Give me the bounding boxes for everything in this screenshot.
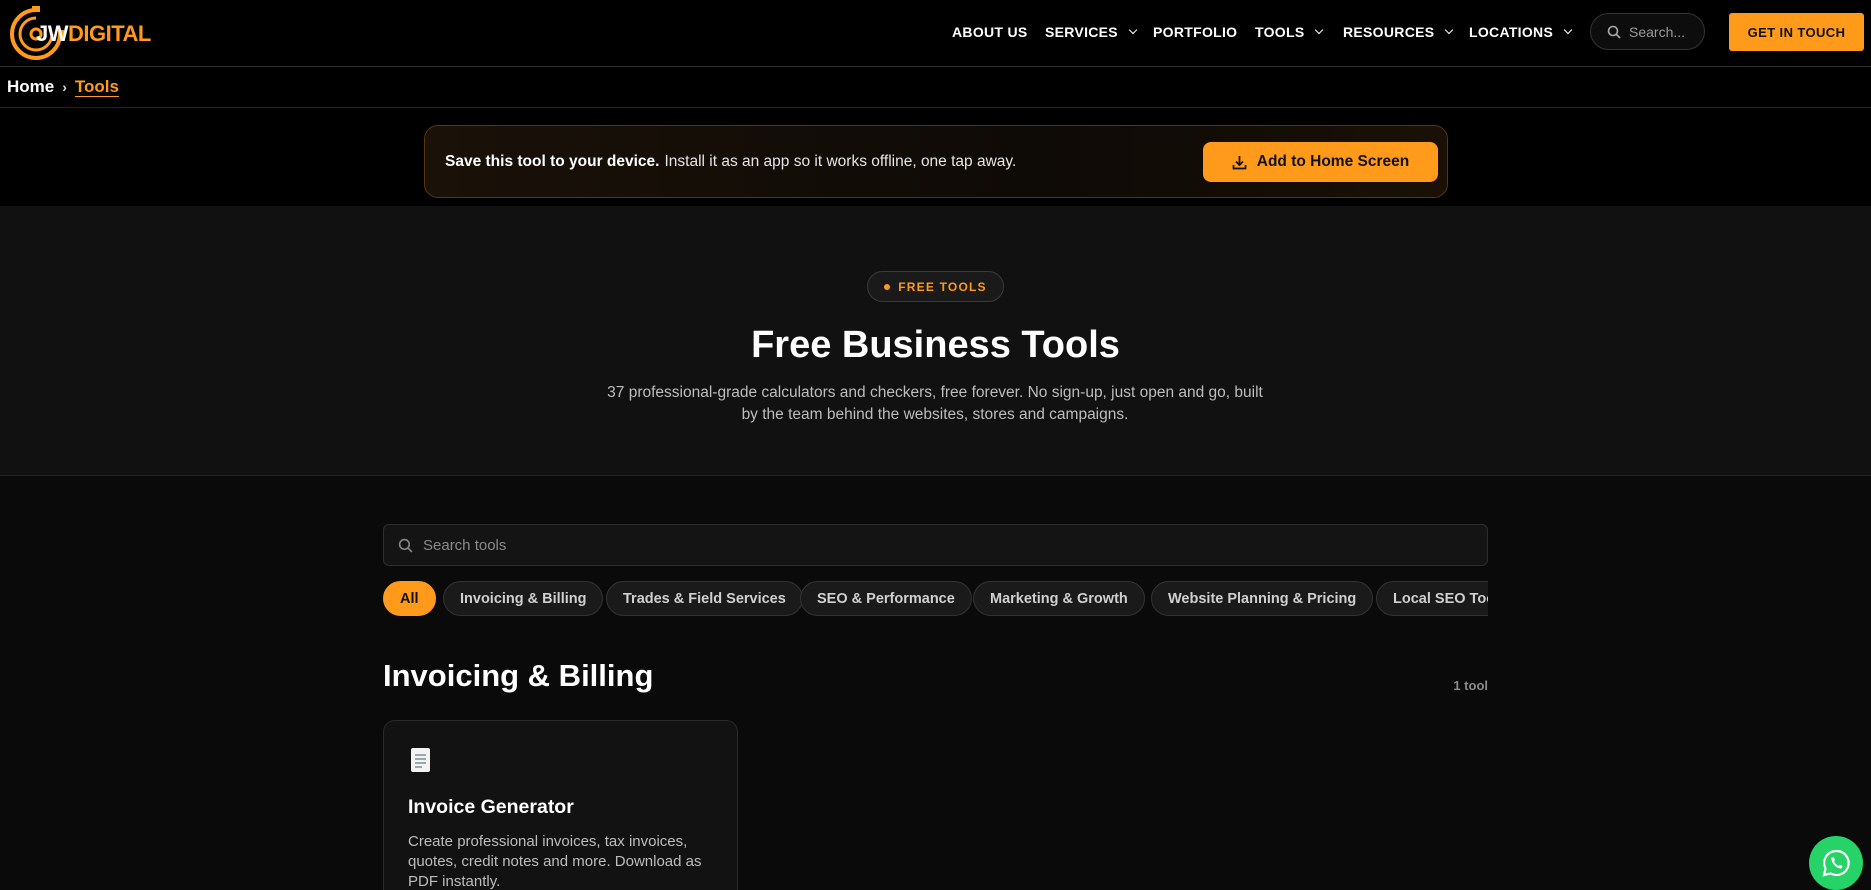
get-in-touch-button[interactable]: GET IN TOUCH xyxy=(1729,13,1864,51)
filter-chips: All Invoicing & Billing Trades & Field S… xyxy=(383,581,1488,617)
breadcrumb-home[interactable]: Home xyxy=(7,77,54,97)
nav-about-us[interactable]: ABOUT US xyxy=(952,24,1028,40)
section-title: Invoicing & Billing xyxy=(383,658,654,693)
breadcrumb-separator: › xyxy=(62,79,67,95)
filter-seo-performance[interactable]: SEO & Performance xyxy=(800,581,972,616)
hero: FREE TOOLS Free Business Tools 37 profes… xyxy=(0,206,1871,476)
page-subtitle: 37 professional-grade calculators and ch… xyxy=(607,384,1263,423)
filter-trades-field-services[interactable]: Trades & Field Services xyxy=(606,581,803,616)
filter-website-planning-pricing[interactable]: Website Planning & Pricing xyxy=(1151,581,1374,616)
nav-services[interactable]: SERVICES xyxy=(1045,24,1138,40)
page: JWDIGITAL ABOUT US SERVICES PORTFOLIO TO… xyxy=(0,0,1871,890)
tool-card-title: Invoice Generator xyxy=(408,796,574,818)
filter-marketing-growth[interactable]: Marketing & Growth xyxy=(973,581,1145,616)
tools-search-input[interactable] xyxy=(423,536,1323,554)
download-icon xyxy=(1232,155,1247,169)
chevron-down-icon xyxy=(1563,25,1573,35)
filter-all[interactable]: All xyxy=(383,581,436,616)
nav-resources[interactable]: RESOURCES xyxy=(1343,24,1454,40)
search-icon xyxy=(1607,25,1621,39)
nav-tools[interactable]: TOOLS xyxy=(1255,24,1324,40)
filter-local-seo-tools[interactable]: Local SEO Tools xyxy=(1376,581,1488,616)
breadcrumb: Home › Tools xyxy=(0,67,1871,108)
section-count: 1 tool xyxy=(1453,678,1488,693)
tools-search[interactable] xyxy=(383,524,1488,566)
tool-card[interactable]: Invoice Generator Create professional in… xyxy=(383,720,738,890)
tool-card-description: Create professional invoices, tax invoic… xyxy=(408,833,702,890)
site-header: JWDIGITAL ABOUT US SERVICES PORTFOLIO TO… xyxy=(0,0,1871,67)
breadcrumb-current[interactable]: Tools xyxy=(75,77,119,97)
chevron-down-icon xyxy=(1445,25,1454,35)
whatsapp-button[interactable] xyxy=(1809,836,1863,890)
whatsapp-icon xyxy=(1822,849,1850,877)
install-strong-text: Save this tool to your device. xyxy=(445,152,660,170)
chevron-down-icon xyxy=(1128,25,1138,35)
install-text: Install it as an app so it works offline… xyxy=(664,152,1017,170)
page-title: Free Business Tools xyxy=(751,324,1120,366)
tools-content: All Invoicing & Billing Trades & Field S… xyxy=(0,476,1871,890)
document-icon xyxy=(411,748,430,772)
nav-locations[interactable]: LOCATIONS xyxy=(1469,24,1573,40)
add-to-home-screen-button[interactable]: Add to Home Screen xyxy=(1203,142,1438,182)
nav-search-input[interactable] xyxy=(1629,23,1699,40)
search-icon xyxy=(398,538,413,552)
logo[interactable]: JWDIGITAL xyxy=(6,4,151,64)
free-tools-badge: FREE TOOLS xyxy=(867,271,1004,302)
install-banner: Save this tool to your device. Install i… xyxy=(424,125,1448,198)
install-strip: Save this tool to your device. Install i… xyxy=(0,108,1871,206)
nav-portfolio[interactable]: PORTFOLIO xyxy=(1153,24,1237,40)
chevron-down-icon xyxy=(1315,25,1324,35)
logo-text: JWDIGITAL xyxy=(36,21,151,46)
badge-dot-icon xyxy=(884,283,891,290)
filter-invoicing-billing[interactable]: Invoicing & Billing xyxy=(443,581,604,616)
nav-search[interactable] xyxy=(1590,13,1705,50)
